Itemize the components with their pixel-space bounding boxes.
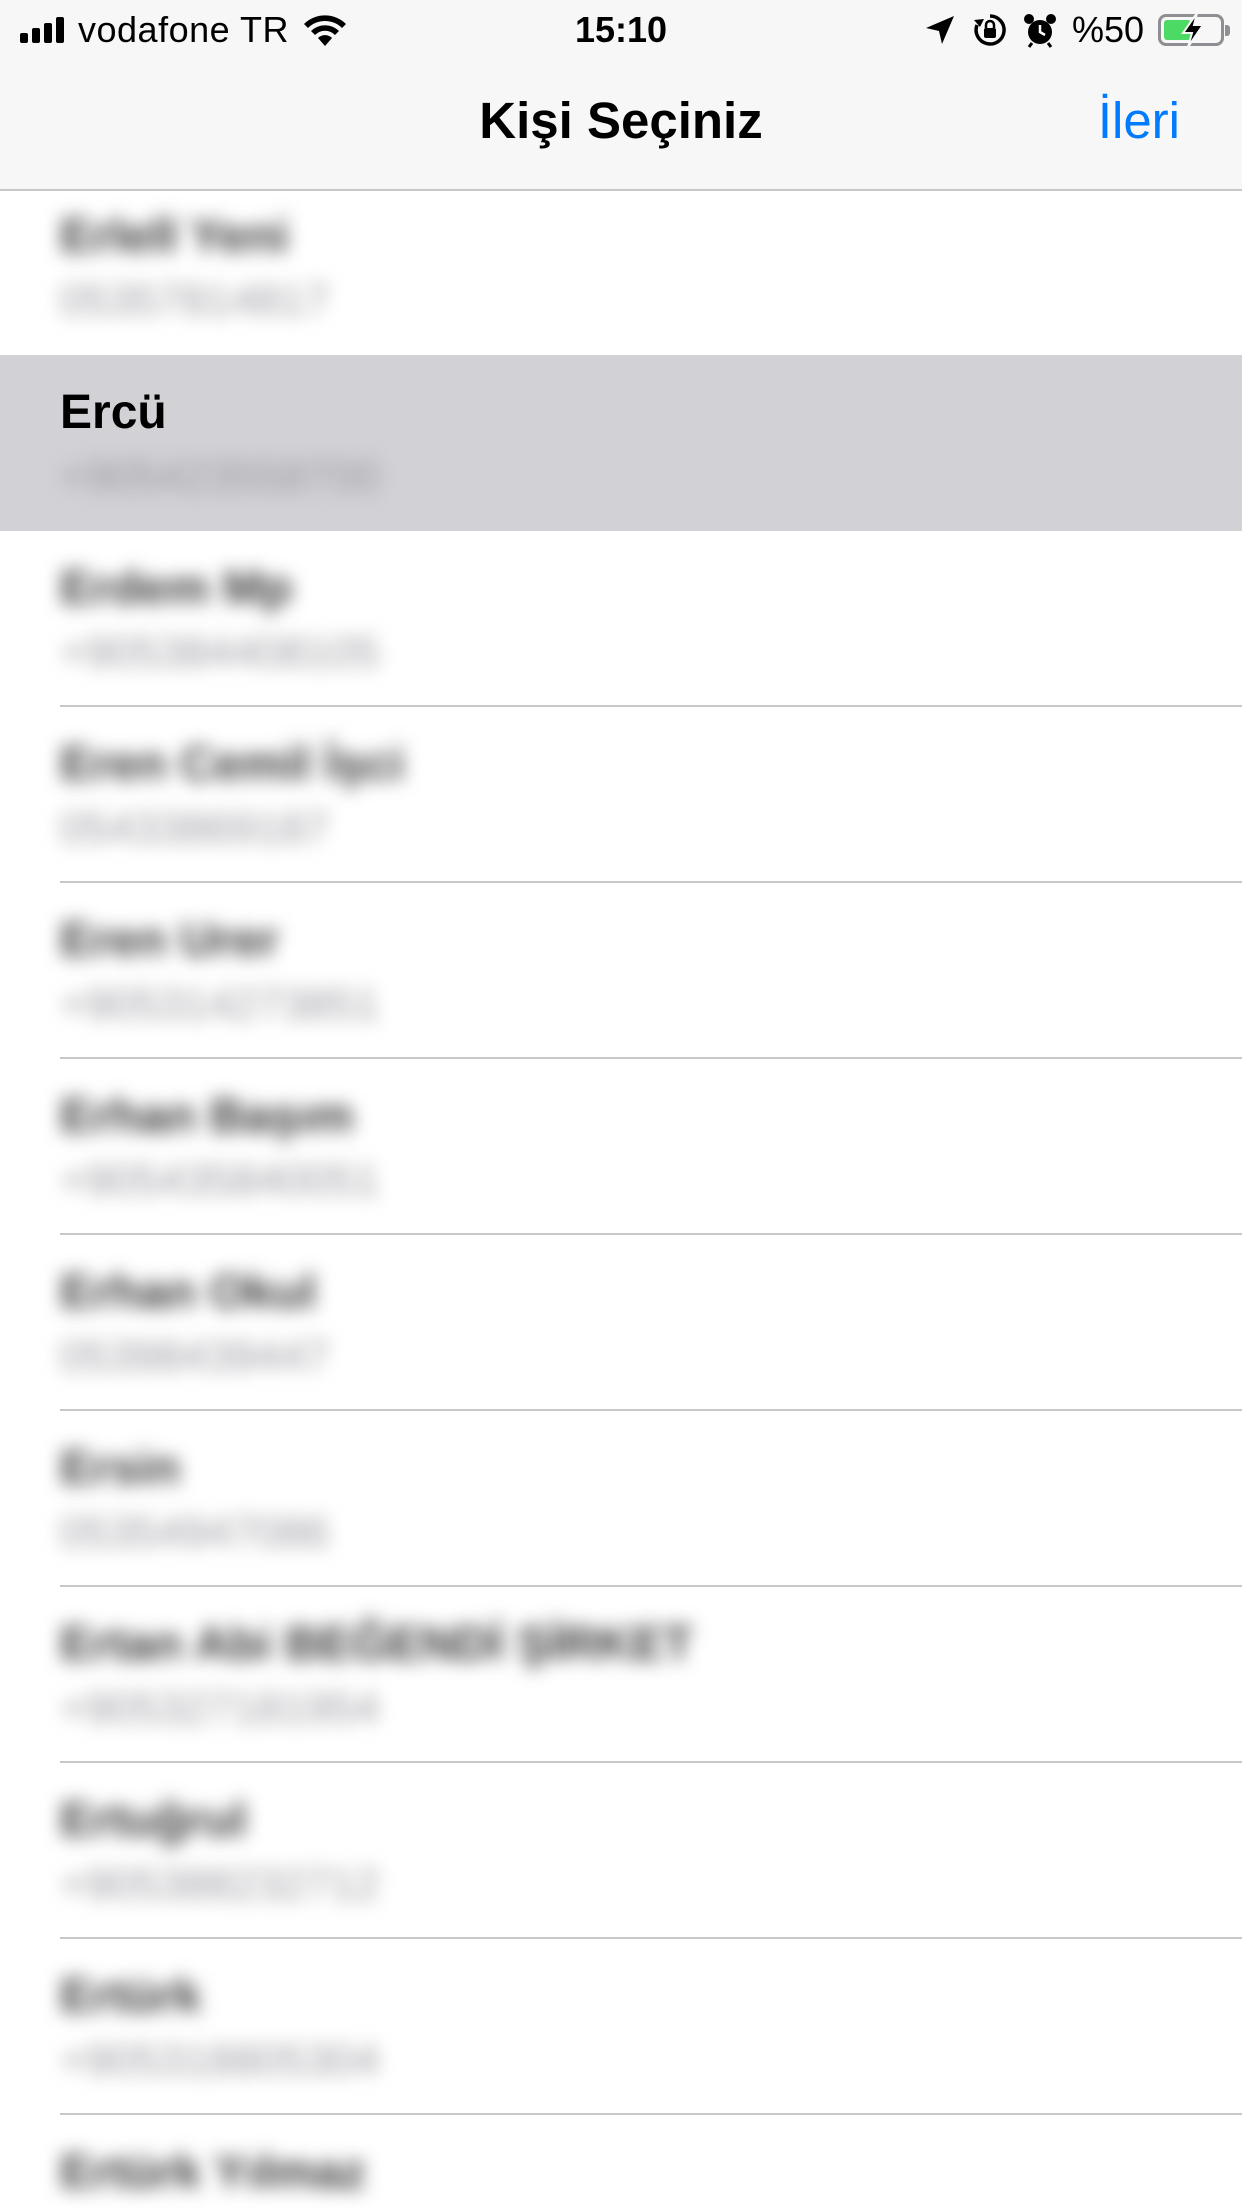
battery-percent-label: %50 bbox=[1071, 9, 1144, 50]
contact-row[interactable]: Ertürk +905318805304 bbox=[0, 1939, 1242, 2115]
rotation-lock-icon bbox=[973, 14, 1006, 46]
location-arrow-icon bbox=[925, 16, 954, 44]
status-bar-right: %50 bbox=[922, 9, 1230, 50]
contact-name: Eren Cemil İşci bbox=[60, 738, 405, 791]
contact-list: Erlell Yeni 05357814817 Ercü +905423558700 E… bbox=[0, 191, 1242, 2208]
contact-phone: +905388232712 bbox=[60, 1860, 380, 1909]
navigation-bar: Kişi Seçiniz İleri bbox=[0, 60, 1242, 191]
contact-name: Ertürk bbox=[60, 1970, 202, 2023]
status-bar: vodafone TR 15:10 %50 bbox=[0, 0, 1242, 60]
contact-name: Ertürk Yılmaz bbox=[60, 2146, 366, 2199]
contact-phone: 05354947086 bbox=[60, 1508, 330, 1557]
alarm-icon bbox=[1023, 14, 1056, 48]
contact-row[interactable]: Ersin 05354947086 bbox=[0, 1411, 1242, 1587]
contact-phone: +905423558700 bbox=[60, 452, 380, 501]
contact-name: Ercü bbox=[60, 386, 167, 439]
contact-name: Erdem Mp bbox=[60, 562, 293, 615]
contact-name: Eren Urer bbox=[60, 914, 279, 967]
contact-phone: +905384408105 bbox=[60, 628, 380, 677]
battery-cap bbox=[1225, 25, 1230, 36]
contact-row[interactable]: Erlell Yeni 05357814817 bbox=[0, 191, 1242, 355]
contact-name: Ertuğrul bbox=[60, 1794, 247, 1847]
contact-phone: 05357814817 bbox=[60, 276, 330, 325]
contact-row[interactable]: Eren Urer +905314273851 bbox=[0, 883, 1242, 1059]
clock-label: 15:10 bbox=[574, 9, 668, 50]
contact-row[interactable]: Ertuğrul +905388232712 bbox=[0, 1763, 1242, 1939]
contact-row[interactable]: Erhan Okul 05398439447 bbox=[0, 1235, 1242, 1411]
contact-phone: 05398439447 bbox=[60, 1332, 330, 1381]
contact-row[interactable]: Erdem Mp +905384408105 bbox=[0, 531, 1242, 707]
contact-name: Erlell Yeni bbox=[60, 210, 289, 263]
contact-phone: +905318805304 bbox=[60, 2036, 380, 2085]
contact-phone: +905314273851 bbox=[60, 980, 380, 1029]
page-title: Kişi Seçiniz bbox=[479, 92, 763, 149]
contact-name: Erhan Okul bbox=[60, 1266, 317, 1319]
contact-row[interactable]: Ertürk Yılmaz bbox=[0, 2115, 1242, 2208]
contact-name: Ertan Abi BEĞENDİ ŞİRKET bbox=[60, 1618, 693, 1671]
contact-name: Ersin bbox=[60, 1442, 181, 1495]
next-button[interactable]: İleri bbox=[1098, 90, 1180, 152]
contact-row[interactable]: Erhan Başım +905435840051 bbox=[0, 1059, 1242, 1235]
battery-icon bbox=[1158, 12, 1230, 48]
contact-row[interactable]: Ercü +905423558700 bbox=[0, 355, 1242, 531]
contact-phone: +905327181954 bbox=[60, 1684, 380, 1733]
contact-row[interactable]: Ertan Abi BEĞENDİ ŞİRKET +905327181954 bbox=[0, 1587, 1242, 1763]
contact-phone: 05433869187 bbox=[60, 804, 330, 853]
contact-row[interactable]: Eren Cemil İşci 05433869187 bbox=[0, 707, 1242, 883]
contact-phone: +905435840051 bbox=[60, 1156, 380, 1205]
charging-bolt-icon bbox=[1181, 12, 1205, 48]
contact-name: Erhan Başım bbox=[60, 1090, 354, 1143]
top-chrome: vodafone TR 15:10 %50 Kişi Seçiniz İleri bbox=[0, 0, 1242, 191]
